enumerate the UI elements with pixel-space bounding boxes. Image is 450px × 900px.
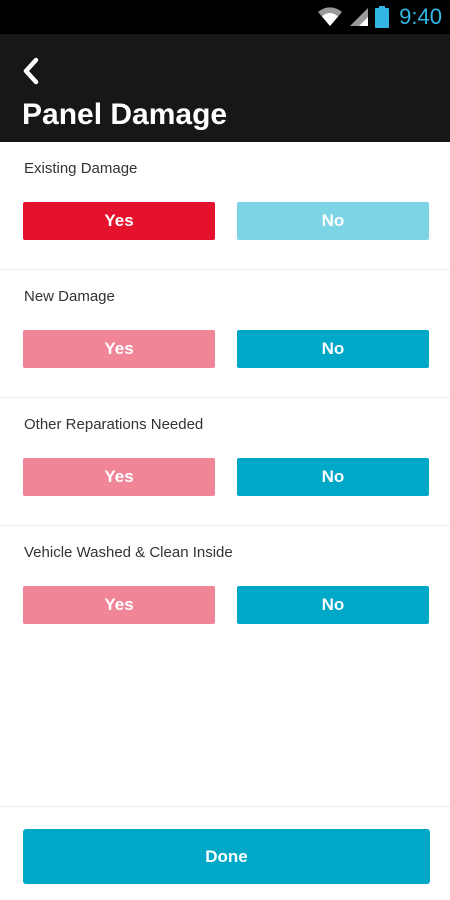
status-bar: 9:40 (0, 0, 450, 34)
chevron-left-icon (21, 57, 41, 90)
done-button[interactable]: Done (23, 829, 430, 884)
yes-button[interactable]: Yes (23, 458, 215, 496)
battery-icon (375, 6, 390, 28)
question-existing-damage: Existing Damage Yes No (0, 142, 450, 270)
question-label: New Damage (24, 288, 115, 305)
no-button[interactable]: No (237, 458, 429, 496)
yes-button[interactable]: Yes (23, 586, 215, 624)
yes-button[interactable]: Yes (23, 330, 215, 368)
wifi-icon (317, 7, 343, 27)
app-bar: Panel Damage (0, 34, 450, 142)
page-title: Panel Damage (22, 98, 228, 131)
cell-signal-icon (349, 7, 369, 27)
question-label: Other Reparations Needed (24, 416, 204, 433)
question-list: Existing Damage Yes No New Damage Yes No… (0, 142, 450, 654)
back-button[interactable] (14, 56, 48, 90)
question-label: Existing Damage (24, 160, 138, 177)
question-label: Vehicle Washed & Clean Inside (24, 544, 233, 561)
status-clock: 9:40 (399, 4, 442, 29)
no-button[interactable]: No (237, 330, 429, 368)
question-new-damage: New Damage Yes No (0, 270, 450, 398)
question-vehicle-washed: Vehicle Washed & Clean Inside Yes No (0, 526, 450, 654)
no-button[interactable]: No (237, 586, 429, 624)
yes-button[interactable]: Yes (23, 202, 215, 240)
footer: Done (0, 806, 450, 900)
question-other-reparations: Other Reparations Needed Yes No (0, 398, 450, 526)
no-button[interactable]: No (237, 202, 429, 240)
